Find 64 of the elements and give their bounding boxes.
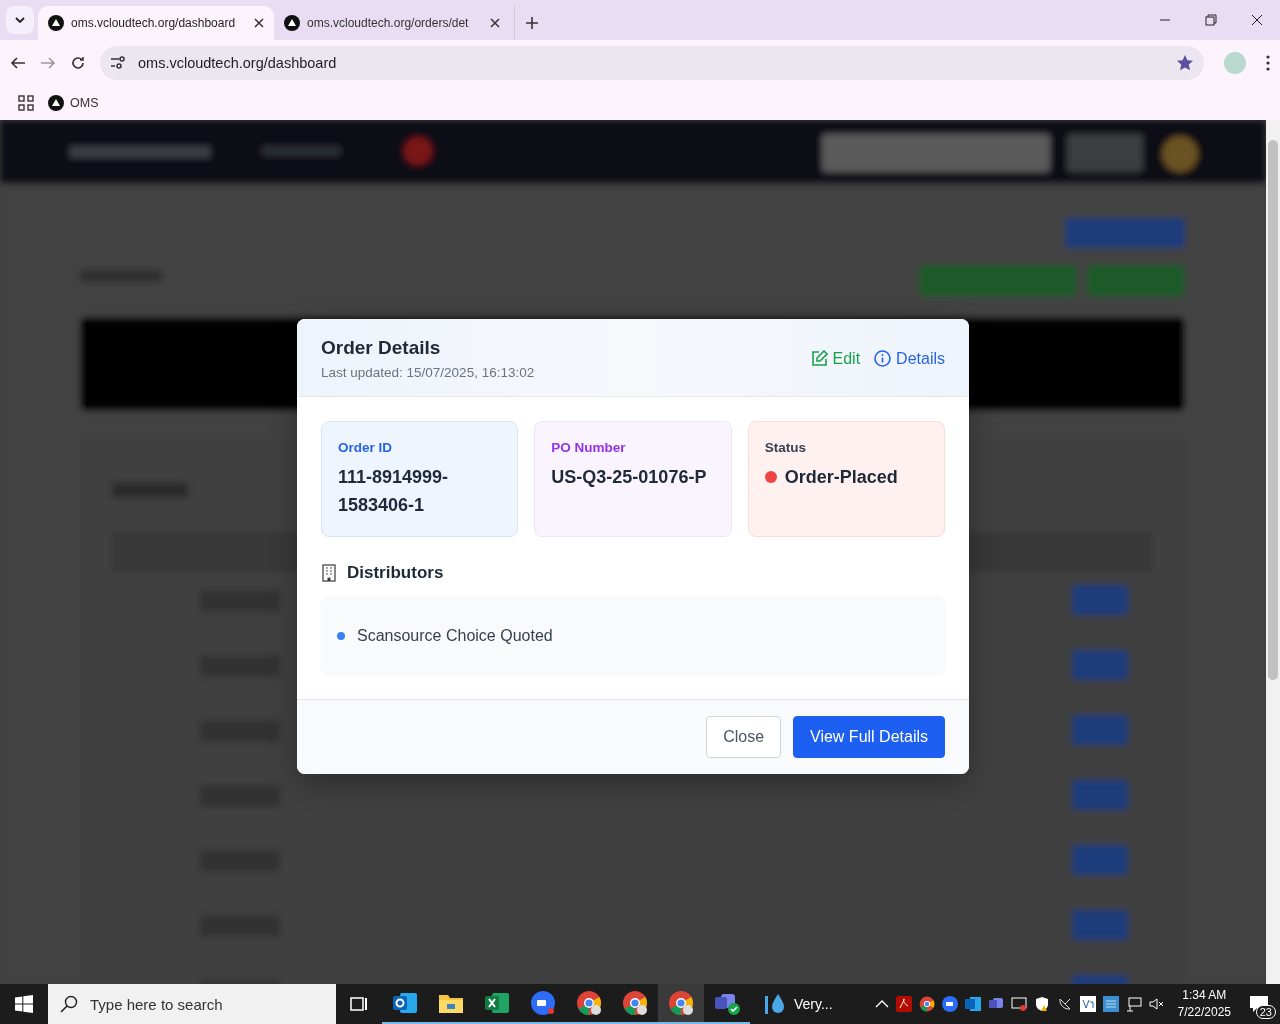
view-details-button[interactable]: View Full Details <box>793 716 945 758</box>
folder-icon[interactable] <box>438 992 464 1014</box>
windows-start-icon[interactable] <box>15 995 33 1013</box>
apps-grid-icon[interactable] <box>18 95 34 111</box>
close-icon[interactable] <box>1251 14 1263 26</box>
site-settings-icon <box>110 56 126 70</box>
browser-tab[interactable]: oms.vcloudtech.org/dashboard <box>38 6 274 40</box>
shield-icon[interactable] <box>1033 996 1050 1012</box>
spreadsheet-icon[interactable] <box>484 991 510 1015</box>
plus-icon[interactable] <box>525 16 539 30</box>
star-icon[interactable] <box>1176 54 1194 72</box>
screen-icon[interactable] <box>1010 996 1027 1012</box>
forward-arrow-icon[interactable] <box>40 55 56 71</box>
back-arrow-icon[interactable] <box>10 55 26 71</box>
pdf-app-icon[interactable] <box>895 996 912 1012</box>
browser-icon[interactable] <box>918 996 935 1012</box>
search-icon <box>60 995 78 1013</box>
tab-search-button[interactable] <box>6 6 34 34</box>
browser-icon[interactable] <box>576 990 602 1016</box>
last-updated-text: Last updated: 15/07/2025, 16:13:02 <box>321 365 536 380</box>
taskbar-search-field[interactable]: Type here to search <box>48 984 336 1024</box>
triangle-logo-icon <box>48 95 64 111</box>
triangle-logo-icon <box>48 15 64 31</box>
details-link[interactable]: Details <box>874 349 945 368</box>
browser-icon[interactable] <box>622 990 648 1016</box>
chevron-down-icon[interactable] <box>15 17 25 23</box>
mail-app-icon[interactable] <box>964 996 981 1012</box>
card-value: US-Q3-25-01076-P <box>551 466 708 489</box>
close-button[interactable]: Close <box>706 716 782 758</box>
status-value: Order-Placed <box>784 466 898 489</box>
dialog-title: Order Details <box>321 337 442 359</box>
card-value: 111-8914999-1583406-1 <box>338 466 450 517</box>
speaker-muted-icon[interactable] <box>1148 996 1165 1012</box>
notification-center-button[interactable]: 23 <box>1244 989 1274 1019</box>
menu-icon[interactable] <box>1266 55 1270 71</box>
distributor-name: Scansource Choice Quoted <box>357 627 553 645</box>
video-app-icon[interactable] <box>530 990 556 1016</box>
chevron-up-icon[interactable] <box>874 999 889 1009</box>
info-icon[interactable] <box>874 350 892 367</box>
card-label: Status <box>764 440 807 455</box>
card-label: Order ID <box>338 440 393 455</box>
mail-app-icon[interactable] <box>392 991 418 1015</box>
section-title: Distributors <box>347 563 444 583</box>
bookmark-link[interactable]: OMS <box>48 95 99 111</box>
weather-text[interactable]: Very... <box>794 996 833 1012</box>
video-app-icon[interactable] <box>941 996 958 1012</box>
network-icon[interactable] <box>1125 996 1142 1012</box>
browser-icon[interactable] <box>668 990 694 1016</box>
app-tile-icon[interactable] <box>1102 996 1119 1012</box>
close-icon[interactable] <box>254 18 264 28</box>
app-tile-icon[interactable] <box>1079 996 1096 1012</box>
triangle-logo-icon <box>284 15 300 31</box>
close-icon[interactable] <box>490 18 500 28</box>
address-bar[interactable]: oms.vcloudtech.org/dashboard <box>100 46 1204 80</box>
restore-icon[interactable] <box>1205 14 1217 26</box>
building-icon <box>321 564 337 582</box>
water-drop-icon[interactable] <box>764 992 786 1016</box>
browser-tab[interactable]: oms.vcloudtech.org/orders/det <box>274 6 510 40</box>
edit-icon[interactable] <box>810 350 828 367</box>
card-label: PO Number <box>551 440 627 455</box>
satellite-icon[interactable] <box>1056 996 1073 1012</box>
reload-icon[interactable] <box>70 55 86 71</box>
clock[interactable]: 1:34 AM 7/22/2025 <box>1177 987 1231 1021</box>
task-view-icon[interactable] <box>349 995 369 1013</box>
